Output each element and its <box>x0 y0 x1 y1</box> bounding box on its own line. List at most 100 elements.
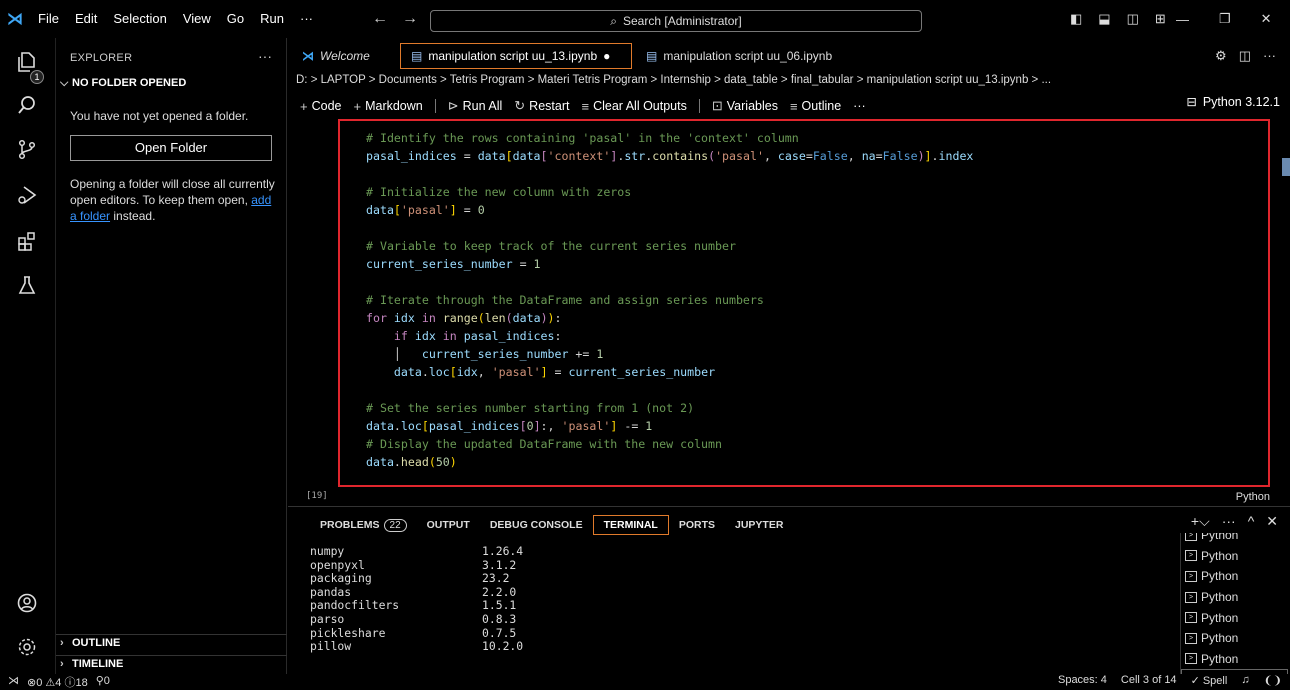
add-markdown-button[interactable]: + Markdown <box>353 99 422 114</box>
timeline-section[interactable]: › TIMELINE <box>56 655 287 670</box>
editor-scrollbar[interactable] <box>1282 158 1290 176</box>
code-content[interactable]: # Identify the rows containing 'pasal' i… <box>366 129 973 471</box>
modified-dot-icon[interactable]: ● <box>603 49 610 63</box>
tab-output[interactable]: OUTPUT <box>417 515 480 535</box>
package-version: 1.5.1 <box>482 598 517 613</box>
terminal-item-python[interactable]: > Python <box>1181 649 1288 670</box>
outline-section[interactable]: › OUTLINE <box>56 634 287 649</box>
terminal-list: > Python > Python > Python > Python > Python … <box>1180 533 1288 675</box>
copilot-icon[interactable]: ❨❩ <box>1264 674 1282 687</box>
tab-label: manipulation script uu_13.ipynb <box>428 49 598 63</box>
toggle-secondary-sidebar-icon[interactable]: ◫ <box>1127 11 1139 27</box>
panel-more-icon[interactable]: ··· <box>1222 513 1236 530</box>
tab-uu06[interactable]: ▤ manipulation script uu_06.ipynb <box>636 43 846 69</box>
variables-button[interactable]: ⊡ Variables <box>712 98 778 114</box>
terminal-item-python[interactable]: > Python <box>1181 533 1288 546</box>
terminal-item-python[interactable]: > Python <box>1181 587 1288 608</box>
terminal-row: pandocfilters 1.5.1 <box>310 599 523 613</box>
package-version: 0.8.3 <box>482 611 517 626</box>
terminal-label: Python <box>1201 569 1239 584</box>
new-terminal-icon[interactable]: +⌵ <box>1191 513 1210 530</box>
command-center-search[interactable]: ⌕ Search [Administrator] <box>430 10 922 32</box>
terminal-icon: > <box>1185 570 1197 582</box>
warning-icon: ⚠ <box>45 677 56 689</box>
terminal-label: Python <box>1201 590 1239 605</box>
outline-label: Outline <box>801 99 842 113</box>
extensions-icon[interactable] <box>14 230 40 256</box>
package-name: openpyxl <box>310 557 365 572</box>
maximize-panel-icon[interactable]: ^ <box>1248 513 1255 530</box>
menu-go[interactable]: Go <box>219 0 252 38</box>
terminal-icon: > <box>1185 653 1197 665</box>
terminal-icon: > <box>1185 632 1197 644</box>
terminal-icon: > <box>1185 591 1197 603</box>
cell-position-status[interactable]: Cell 3 of 14 <box>1121 674 1177 687</box>
menu-more[interactable]: ··· <box>292 0 321 38</box>
add-code-button[interactable]: + Code <box>300 99 341 114</box>
markdown-label: Markdown <box>365 99 423 113</box>
account-icon[interactable] <box>14 592 40 618</box>
menu-selection[interactable]: Selection <box>105 0 174 38</box>
open-folder-button[interactable]: Open Folder <box>70 135 272 161</box>
toggle-panel-icon[interactable]: ⬓ <box>1098 11 1110 27</box>
run-all-label: Run All <box>462 99 503 113</box>
terminal-output[interactable]: numpy 1.26.4 openpyxl 3.1.2 packaging 23.2 … <box>310 544 523 654</box>
tab-terminal[interactable]: TERMINAL <box>592 515 669 535</box>
settings-gear-icon[interactable] <box>14 636 40 662</box>
terminal-item-python[interactable]: > Python <box>1181 546 1288 567</box>
back-arrow-icon[interactable]: ← <box>372 10 388 28</box>
close-icon[interactable]: ✕ <box>1261 11 1272 27</box>
toggle-sidebar-icon[interactable]: ◧ <box>1070 11 1082 27</box>
testing-icon[interactable] <box>14 274 40 300</box>
tab-problems[interactable]: PROBLEMS 22 <box>310 515 417 535</box>
split-editor-icon[interactable]: ◫ <box>1239 48 1251 64</box>
customize-layout-icon[interactable]: ⊞ <box>1155 11 1166 27</box>
tab-jupyter[interactable]: JUPYTER <box>725 515 793 535</box>
close-panel-icon[interactable]: ✕ <box>1266 513 1278 530</box>
restore-icon[interactable]: ❐ <box>1219 11 1231 27</box>
search-icon[interactable] <box>14 94 40 120</box>
toolbar-more-button[interactable]: ··· <box>853 99 866 113</box>
run-debug-icon[interactable] <box>14 184 40 210</box>
code-cell[interactable]: # Identify the rows containing 'pasal' i… <box>338 119 1270 487</box>
kernel-picker[interactable]: ⊟ Python 3.12.1 <box>1186 94 1280 110</box>
terminal-item-python[interactable]: > Python <box>1181 628 1288 649</box>
kernel-label: Python 3.12.1 <box>1202 94 1280 109</box>
package-version: 3.1.2 <box>482 557 517 572</box>
clear-outputs-button[interactable]: ≡ Clear All Outputs <box>581 99 686 114</box>
forward-arrow-icon[interactable]: → <box>402 10 418 28</box>
menu-view[interactable]: View <box>175 0 219 38</box>
tab-ports[interactable]: PORTS <box>669 515 725 535</box>
menu-file[interactable]: File <box>30 0 67 38</box>
indentation-status[interactable]: Spaces: 4 <box>1058 674 1107 687</box>
source-control-icon[interactable] <box>14 138 40 164</box>
error-icon: ⊗ <box>27 677 37 689</box>
terminal-item-python[interactable]: > Python <box>1181 607 1288 628</box>
more-actions-icon[interactable]: ··· <box>1263 48 1276 64</box>
restart-button[interactable]: ↻ Restart <box>514 98 569 114</box>
tab-label: manipulation script uu_06.ipynb <box>663 49 833 63</box>
tab-uu13[interactable]: ▤ manipulation script uu_13.ipynb ● <box>400 43 632 69</box>
run-all-button[interactable]: ⊳ Run All <box>448 98 503 114</box>
terminal-label: Python <box>1201 548 1239 563</box>
sidebar-title: EXPLORER <box>70 52 133 64</box>
sidebar-more-icon[interactable]: ··· <box>258 48 272 64</box>
tab-debug-console[interactable]: DEBUG CONSOLE <box>480 515 593 535</box>
menu-edit[interactable]: Edit <box>67 0 105 38</box>
notebook-settings-icon[interactable]: ⚙ <box>1215 48 1227 64</box>
error-count: 0 <box>36 677 43 689</box>
menu-run[interactable]: Run <box>252 0 292 38</box>
info-count: 18 <box>75 677 88 689</box>
vscode-logo-icon: ⋊ <box>7 11 23 28</box>
outline-button[interactable]: ≡ Outline <box>790 99 841 114</box>
terminal-item-python[interactable]: > Python <box>1181 566 1288 587</box>
outline-label: OUTLINE <box>72 637 121 649</box>
bell-icon[interactable]: ♫ <box>1241 674 1249 687</box>
no-folder-section[interactable]: ⌵ NO FOLDER OPENED <box>56 77 287 90</box>
cell-language[interactable]: Python <box>1236 491 1270 503</box>
breadcrumb[interactable]: D: > LAPTOP > Documents > Tetris Program… <box>296 74 1286 92</box>
explorer-sidebar: EXPLORER ··· ⌵ NO FOLDER OPENED You have … <box>56 38 287 674</box>
spell-status[interactable]: ✓ Spell <box>1191 674 1228 687</box>
tab-welcome[interactable]: ⋊ Welcome <box>292 43 396 69</box>
minimize-icon[interactable]: — <box>1176 12 1189 27</box>
